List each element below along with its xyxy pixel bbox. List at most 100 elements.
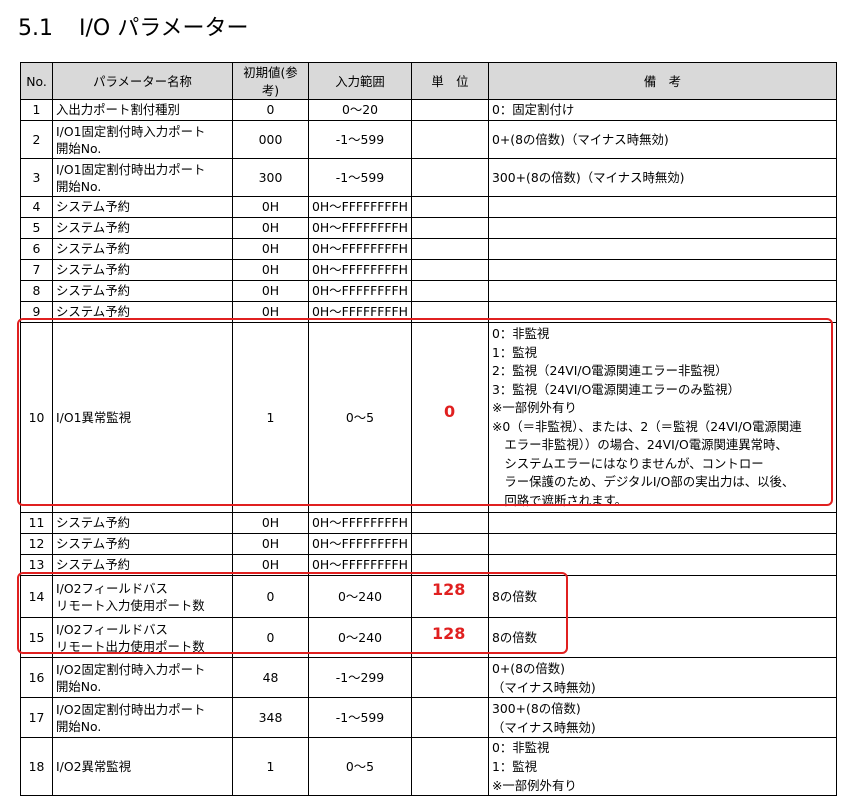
cell-default-value: 0H <box>232 238 309 260</box>
cell-input-range: 0～5 <box>308 737 412 796</box>
cell-note: 0+(8の倍数)（マイナス時無効) <box>488 120 837 159</box>
cell-parameter-name: I/O2固定割付時入力ポート 開始No. <box>52 657 233 698</box>
cell-unit <box>411 217 489 239</box>
cell-unit <box>411 737 489 796</box>
cell-input-range: 0H～FFFFFFFFH <box>308 533 412 555</box>
cell-unit <box>411 158 489 197</box>
cell-note: 0：固定割付け <box>488 99 837 121</box>
cell-parameter-name: システム予約 <box>52 533 233 555</box>
cell-default-value: 0H <box>232 217 309 239</box>
cell-no: 4 <box>20 196 53 218</box>
table-row: 6 システム予約 0H 0H～FFFFFFFFH <box>20 238 837 260</box>
cell-note: 0：非監視 1：監視 ※一部例外有り <box>488 737 837 796</box>
cell-note <box>488 259 837 281</box>
cell-no: 2 <box>20 120 53 159</box>
cell-input-range: 0H～FFFFFFFFH <box>308 259 412 281</box>
cell-default-value: 000 <box>232 120 309 159</box>
annotation-row10: 0 <box>444 402 456 421</box>
cell-parameter-name: システム予約 <box>52 238 233 260</box>
cell-default-value: 348 <box>232 697 309 738</box>
cell-no: 7 <box>20 259 53 281</box>
cell-unit <box>411 238 489 260</box>
table-row: 2 I/O1固定割付時入力ポート 開始No. 000 -1～599 0+(8の倍数)（マ… <box>20 120 837 159</box>
table-row: 5 システム予約 0H 0H～FFFFFFFFH <box>20 217 837 239</box>
cell-unit <box>411 120 489 159</box>
table-row: 16 I/O2固定割付時入力ポート 開始No. 48 -1～299 0+(8の倍数) （… <box>20 657 837 698</box>
cell-input-range: -1～299 <box>308 657 412 698</box>
cell-unit <box>411 657 489 698</box>
cell-no: 8 <box>20 280 53 302</box>
cell-no: 1 <box>20 99 53 121</box>
cell-unit <box>411 196 489 218</box>
cell-note: 300+(8の倍数)（マイナス時無効) <box>488 158 837 197</box>
highlight-box-rows14-15 <box>17 572 568 654</box>
cell-note: 0+(8の倍数) （マイナス時無効) <box>488 657 837 698</box>
cell-input-range: 0～20 <box>308 99 412 121</box>
cell-default-value: 1 <box>232 737 309 796</box>
table-row: 1 入出力ポート割付種別 0 0～20 0：固定割付け <box>20 99 837 121</box>
cell-default-value: 0H <box>232 533 309 555</box>
cell-parameter-name: I/O1固定割付時入力ポート 開始No. <box>52 120 233 159</box>
annotation-row15: 128 <box>432 624 466 643</box>
cell-no: 18 <box>20 737 53 796</box>
cell-input-range: 0H～FFFFFFFFH <box>308 238 412 260</box>
table-row: 11 システム予約 0H 0H～FFFFFFFFH <box>20 512 837 534</box>
cell-note: 300+(8の倍数) （マイナス時無効) <box>488 697 837 738</box>
table-header-row: No. パラメーター名称 初期値(参考) 入力範囲 単 位 備 考 <box>20 62 837 100</box>
cell-parameter-name: システム予約 <box>52 280 233 302</box>
cell-note <box>488 533 837 555</box>
cell-default-value: 300 <box>232 158 309 197</box>
cell-default-value: 0H <box>232 259 309 281</box>
col-header-no: No. <box>20 62 53 100</box>
cell-default-value: 0H <box>232 196 309 218</box>
cell-note <box>488 196 837 218</box>
cell-unit <box>411 533 489 555</box>
table-row: 8 システム予約 0H 0H～FFFFFFFFH <box>20 280 837 302</box>
cell-input-range: -1～599 <box>308 120 412 159</box>
cell-parameter-name: 入出力ポート割付種別 <box>52 99 233 121</box>
highlight-box-row10 <box>17 318 833 506</box>
col-header-default: 初期値(参考) <box>232 62 309 100</box>
section-heading: 5.1 I/O パラメーター <box>18 10 249 42</box>
cell-no: 16 <box>20 657 53 698</box>
section-title: I/O パラメーター <box>79 16 249 41</box>
cell-no: 6 <box>20 238 53 260</box>
cell-input-range: -1～599 <box>308 697 412 738</box>
cell-note <box>488 238 837 260</box>
cell-default-value: 48 <box>232 657 309 698</box>
cell-default-value: 0 <box>232 99 309 121</box>
cell-default-value: 0H <box>232 280 309 302</box>
table-row: 3 I/O1固定割付時出力ポート 開始No. 300 -1～599 300+(8の倍数)… <box>20 158 837 197</box>
cell-no: 11 <box>20 512 53 534</box>
col-header-range: 入力範囲 <box>308 62 412 100</box>
table-row: 7 システム予約 0H 0H～FFFFFFFFH <box>20 259 837 281</box>
table-row: 17 I/O2固定割付時出力ポート 開始No. 348 -1～599 300+(8の倍数… <box>20 697 837 738</box>
cell-input-range: -1～599 <box>308 158 412 197</box>
cell-no: 17 <box>20 697 53 738</box>
cell-no: 12 <box>20 533 53 555</box>
cell-note <box>488 512 837 534</box>
cell-no: 5 <box>20 217 53 239</box>
col-header-unit: 単 位 <box>411 62 489 100</box>
cell-note <box>488 280 837 302</box>
table-row: 18 I/O2異常監視 1 0～5 0：非監視 1：監視 ※一部例外有り <box>20 737 837 796</box>
cell-parameter-name: システム予約 <box>52 196 233 218</box>
cell-input-range: 0H～FFFFFFFFH <box>308 512 412 534</box>
cell-parameter-name: I/O2異常監視 <box>52 737 233 796</box>
cell-parameter-name: システム予約 <box>52 512 233 534</box>
cell-note <box>488 217 837 239</box>
cell-unit <box>411 697 489 738</box>
cell-parameter-name: システム予約 <box>52 217 233 239</box>
cell-input-range: 0H～FFFFFFFFH <box>308 196 412 218</box>
cell-unit <box>411 259 489 281</box>
cell-default-value: 0H <box>232 512 309 534</box>
cell-input-range: 0H～FFFFFFFFH <box>308 217 412 239</box>
cell-parameter-name: システム予約 <box>52 259 233 281</box>
annotation-row14: 128 <box>432 580 466 599</box>
cell-no: 3 <box>20 158 53 197</box>
section-number: 5.1 <box>18 16 53 41</box>
cell-parameter-name: I/O2固定割付時出力ポート 開始No. <box>52 697 233 738</box>
col-header-name: パラメーター名称 <box>52 62 233 100</box>
cell-unit <box>411 280 489 302</box>
cell-unit <box>411 99 489 121</box>
